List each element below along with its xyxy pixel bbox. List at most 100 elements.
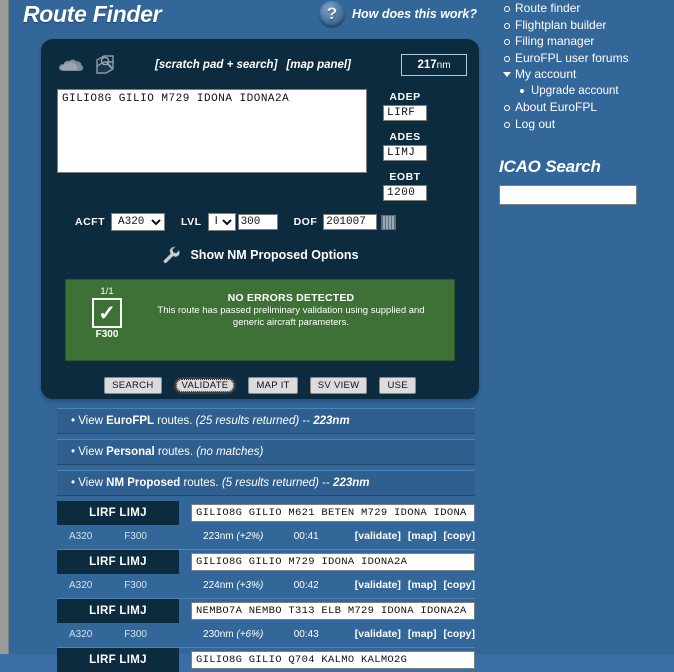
help-link-group[interactable]: ? How does this work? (319, 1, 477, 27)
route-action-links: [validate] [map] [copy] (355, 579, 475, 591)
dof-label: DOF (293, 216, 318, 228)
sidebar-item-label: My account (515, 67, 577, 81)
copy-link[interactable]: [copy] (444, 579, 476, 591)
sidebar-item-label: Upgrade account (531, 84, 619, 97)
validation-level: F300 (95, 329, 119, 340)
acft-select[interactable]: A320 (111, 213, 165, 231)
cloud-icon[interactable] (57, 56, 85, 74)
map-it-button[interactable]: MAP IT (248, 377, 298, 394)
lvl-value-input[interactable] (237, 214, 278, 230)
show-nm-proposed-options-button[interactable]: Show NM Proposed Options (41, 245, 479, 265)
route-distance-group: 223nm (+2%) (203, 531, 294, 542)
route-level: F300 (124, 628, 147, 640)
adep-input[interactable] (383, 105, 427, 121)
sidebar-item-label: Log out (515, 116, 556, 131)
sidebar-item-upgrade-account[interactable]: Upgrade account (499, 83, 674, 100)
view-personal-routes-bar[interactable]: • View Personal routes. (no matches) (57, 439, 475, 465)
route-distance: 223nm (203, 530, 234, 542)
main-content-column: Route Finder ? How does this work? [scra… (9, 0, 489, 672)
dof-input[interactable] (323, 214, 378, 230)
acft-label: ACFT (75, 216, 105, 228)
use-button[interactable]: USE (379, 377, 416, 394)
scratch-pad-search-link[interactable]: [scratch pad + search] (155, 59, 277, 71)
route-string-input[interactable] (191, 602, 475, 620)
left-gutter (0, 0, 9, 654)
nm-bar-count: (5 results returned) (221, 477, 319, 489)
total-distance-badge: 217nm (401, 54, 467, 76)
route-level: F300 (124, 579, 147, 591)
help-link-label[interactable]: How does this work? (352, 7, 477, 21)
lvl-unit-select[interactable]: F (207, 213, 236, 231)
map-link[interactable]: [map] (408, 579, 437, 591)
route-airport-pair: LIRF LIMJ (57, 550, 179, 574)
view-eurofpl-routes-bar[interactable]: • View EuroFPL routes. (25 results retur… (57, 408, 475, 434)
page-header: Route Finder ? How does this work? (9, 0, 489, 33)
validate-link[interactable]: [validate] (355, 579, 401, 591)
map-link[interactable]: [map] (408, 530, 437, 542)
route-delta: (+2%) (236, 530, 264, 542)
route-distance-group: 230nm (+6%) (203, 629, 294, 640)
view-nm-proposed-routes-bar[interactable]: • View NM Proposed routes. (5 results re… (57, 470, 475, 496)
sidebar-item-my-account[interactable]: My account (499, 66, 674, 83)
sidebar-item-label: EuroFPL user forums (515, 50, 629, 65)
airport-fields: ADEP ADES EOBT (383, 89, 427, 201)
sidebar-item-about-eurofpl[interactable]: About EuroFPL (499, 99, 674, 116)
sidebar-item-filing-manager[interactable]: Filing manager (499, 33, 674, 50)
validate-link[interactable]: [validate] (355, 628, 401, 640)
validation-status-icon-group: 1/1 ✓ F300 (76, 286, 138, 340)
sidebar-item-label: About EuroFPL (515, 100, 598, 114)
route-row-main: LIRF LIMJ (57, 599, 475, 623)
eurofpl-bar-prefix: • View (71, 415, 107, 427)
route-airport-pair: LIRF LIMJ (57, 648, 179, 672)
copy-link[interactable]: [copy] (444, 530, 476, 542)
calendar-icon[interactable] (381, 214, 397, 230)
route-time: 00:41 (293, 530, 319, 542)
route-input-textarea[interactable] (57, 89, 367, 173)
icao-search-input[interactable] (499, 185, 637, 205)
map-layers-icon[interactable] (93, 54, 119, 76)
route-time: 00:42 (293, 579, 319, 591)
route-string-input[interactable] (191, 504, 475, 522)
page-title: Route Finder (23, 1, 162, 27)
adep-label: ADEP (389, 91, 421, 103)
route-row-meta: A320 F300 230nm (+6%) 00:43 [validate] [… (57, 623, 475, 648)
validation-description: This route has passed preliminary valida… (157, 305, 425, 328)
panel-body: ADEP ADES EOBT (41, 81, 479, 201)
route-result-list: LIRF LIMJ A320 F300 223nm (+2%) 00:41 [v… (57, 501, 475, 672)
validation-message: NO ERRORS DETECTED This route has passed… (138, 286, 444, 329)
validate-link[interactable]: [validate] (355, 530, 401, 542)
sidebar-item-flightplan-builder[interactable]: Flightplan builder (499, 17, 674, 34)
personal-bar-source: Personal (106, 446, 155, 458)
page-root: Route Finder ? How does this work? [scra… (0, 0, 674, 672)
validate-button[interactable]: VALIDATE (173, 377, 237, 394)
sidebar-item-route-finder[interactable]: Route finder (499, 0, 674, 17)
route-finder-panel: [scratch pad + search] [map panel] 217nm… (41, 39, 479, 399)
nm-bar-prefix: • View (71, 477, 107, 489)
table-row: LIRF LIMJ A320 F300 223nm (+2%) 00:41 [v… (57, 501, 475, 550)
sidebar-item-log-out[interactable]: Log out (499, 116, 674, 133)
ades-input[interactable] (383, 145, 427, 161)
validation-title: NO ERRORS DETECTED (227, 292, 355, 304)
sidebar-item-label: Route finder (515, 1, 581, 15)
sv-view-button[interactable]: SV VIEW (309, 377, 368, 394)
panel-links: [scratch pad + search] [map panel] (155, 59, 351, 71)
search-button[interactable]: SEARCH (104, 377, 162, 394)
sidebar-nav: Route finder Flightplan builder Filing m… (489, 0, 674, 132)
eurofpl-bar-mid: routes. (154, 415, 196, 427)
nm-bar-distance: 223nm (333, 477, 370, 489)
eobt-input[interactable] (383, 185, 427, 201)
route-delta: (+6%) (236, 628, 264, 640)
map-link[interactable]: [map] (408, 628, 437, 640)
personal-bar-count: (no matches) (196, 446, 264, 458)
route-acft: A320 (69, 628, 93, 640)
validation-fraction: 1/1 (100, 286, 114, 297)
route-row-meta: A320 F300 223nm (+2%) 00:41 [validate] [… (57, 525, 475, 550)
route-string-input[interactable] (191, 553, 475, 571)
copy-link[interactable]: [copy] (444, 628, 476, 640)
lvl-label: LVL (181, 216, 202, 228)
eobt-label: EOBT (389, 171, 421, 183)
map-panel-link[interactable]: [map panel] (286, 59, 351, 71)
eurofpl-bar-sep: -- (299, 415, 314, 427)
sidebar-item-user-forums[interactable]: EuroFPL user forums (499, 50, 674, 67)
question-mark-icon[interactable]: ? (319, 1, 345, 27)
